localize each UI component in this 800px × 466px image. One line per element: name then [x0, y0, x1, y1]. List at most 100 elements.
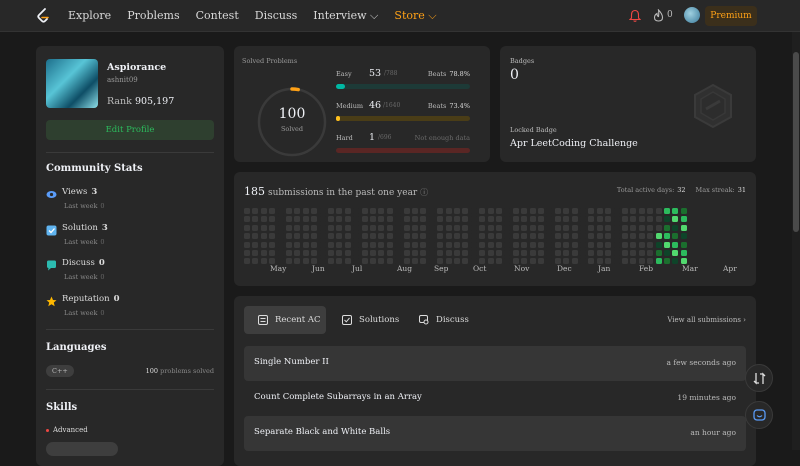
- heatmap-cell[interactable]: [412, 208, 418, 214]
- heatmap-cell[interactable]: [244, 216, 250, 223]
- nav-contest[interactable]: Contest: [196, 9, 239, 23]
- heatmap-cell[interactable]: [244, 208, 250, 214]
- heatmap-cell[interactable]: [538, 224, 544, 231]
- heatmap-cell[interactable]: [672, 224, 679, 231]
- heatmap-cell[interactable]: [622, 233, 628, 240]
- heatmap-cell[interactable]: [412, 258, 418, 265]
- heatmap-cell[interactable]: [529, 258, 536, 265]
- heatmap-cell[interactable]: [588, 216, 595, 223]
- heatmap-cell[interactable]: [529, 233, 536, 240]
- heatmap-cell[interactable]: [286, 224, 292, 231]
- switch-layout-button[interactable]: [745, 364, 773, 392]
- heatmap-cell[interactable]: [328, 241, 334, 248]
- heatmap-cell[interactable]: [638, 233, 645, 240]
- feedback-button[interactable]: [745, 401, 773, 429]
- heatmap-cell[interactable]: [454, 233, 460, 240]
- heatmap-cell[interactable]: [680, 250, 687, 256]
- heatmap-cell[interactable]: [470, 208, 477, 214]
- heatmap-cell[interactable]: [286, 258, 292, 265]
- scrollbar-thumb[interactable]: [793, 52, 799, 232]
- heatmap-cell[interactable]: [277, 250, 284, 256]
- heatmap-cell[interactable]: [252, 216, 259, 223]
- heatmap-cell[interactable]: [269, 216, 276, 223]
- heatmap-cell[interactable]: [563, 233, 570, 240]
- heatmap-cell[interactable]: [260, 208, 267, 214]
- heatmap-cell[interactable]: [353, 233, 360, 240]
- heatmap-cell[interactable]: [445, 224, 452, 231]
- heatmap-cell[interactable]: [395, 233, 402, 240]
- heatmap-cell[interactable]: [420, 258, 427, 265]
- heatmap-cell[interactable]: [596, 250, 603, 256]
- heatmap-cell[interactable]: [260, 216, 267, 223]
- heatmap-cell[interactable]: [244, 250, 250, 256]
- heatmap-cell[interactable]: [378, 241, 385, 248]
- heatmap-cell[interactable]: [487, 208, 494, 214]
- heatmap-cell[interactable]: [311, 208, 318, 214]
- heatmap-cell[interactable]: [487, 250, 494, 256]
- heatmap-cell[interactable]: [336, 241, 343, 248]
- edit-profile-button[interactable]: Edit Profile: [46, 120, 214, 140]
- heatmap-cell[interactable]: [386, 258, 393, 265]
- heatmap-cell[interactable]: [437, 208, 444, 214]
- heatmap-cell[interactable]: [487, 216, 494, 223]
- heatmap-cell[interactable]: [336, 224, 343, 231]
- heatmap-cell[interactable]: [638, 208, 645, 214]
- heatmap-cell[interactable]: [252, 258, 259, 265]
- heatmap-cell[interactable]: [664, 224, 670, 231]
- leetcode-logo-icon[interactable]: [36, 8, 50, 24]
- heatmap-cell[interactable]: [496, 258, 502, 265]
- heatmap-cell[interactable]: [622, 250, 628, 256]
- heatmap-cell[interactable]: [588, 241, 595, 248]
- heatmap-cell[interactable]: [378, 208, 385, 214]
- heatmap-cell[interactable]: [496, 216, 502, 223]
- heatmap-cell[interactable]: [336, 250, 343, 256]
- heatmap-cell[interactable]: [479, 241, 486, 248]
- heatmap-cell[interactable]: [294, 258, 301, 265]
- heatmap-cell[interactable]: [370, 241, 376, 248]
- heatmap-cell[interactable]: [403, 208, 410, 214]
- heatmap-cell[interactable]: [269, 250, 276, 256]
- heatmap-cell[interactable]: [647, 216, 654, 223]
- heatmap-cell[interactable]: [571, 233, 578, 240]
- heatmap-cell[interactable]: [244, 241, 250, 248]
- heatmap-cell[interactable]: [512, 208, 519, 214]
- heatmap-cell[interactable]: [680, 224, 687, 231]
- heatmap-cell[interactable]: [655, 208, 662, 214]
- heatmap-cell[interactable]: [395, 216, 402, 223]
- heatmap-cell[interactable]: [479, 216, 486, 223]
- heatmap-cell[interactable]: [454, 258, 460, 265]
- tab-recent-ac[interactable]: Recent AC: [258, 306, 320, 334]
- heatmap-cell[interactable]: [596, 224, 603, 231]
- heatmap-cell[interactable]: [496, 241, 502, 248]
- heatmap-cell[interactable]: [370, 233, 376, 240]
- heatmap-cell[interactable]: [664, 208, 670, 214]
- heatmap-cell[interactable]: [630, 250, 637, 256]
- heatmap-cell[interactable]: [596, 233, 603, 240]
- heatmap-cell[interactable]: [454, 208, 460, 214]
- heatmap-cell[interactable]: [260, 241, 267, 248]
- heatmap-cell[interactable]: [504, 250, 511, 256]
- heatmap-cell[interactable]: [403, 224, 410, 231]
- heatmap-cell[interactable]: [613, 250, 620, 256]
- heatmap-cell[interactable]: [277, 216, 284, 223]
- heatmap-cell[interactable]: [252, 208, 259, 214]
- heatmap-cell[interactable]: [521, 216, 528, 223]
- heatmap-cell[interactable]: [361, 250, 368, 256]
- heatmap-cell[interactable]: [302, 258, 309, 265]
- heatmap-cell[interactable]: [546, 224, 553, 231]
- heatmap-cell[interactable]: [319, 208, 326, 214]
- heatmap-cell[interactable]: [546, 241, 553, 248]
- heatmap-cell[interactable]: [496, 224, 502, 231]
- heatmap-cell[interactable]: [538, 233, 544, 240]
- heatmap-cell[interactable]: [319, 216, 326, 223]
- heatmap-cell[interactable]: [445, 250, 452, 256]
- heatmap-cell[interactable]: [672, 216, 679, 223]
- heatmap-cell[interactable]: [252, 224, 259, 231]
- heatmap-cell[interactable]: [328, 216, 334, 223]
- heatmap-cell[interactable]: [353, 250, 360, 256]
- heatmap-cell[interactable]: [336, 258, 343, 265]
- heatmap-cell[interactable]: [672, 233, 679, 240]
- heatmap-cell[interactable]: [512, 233, 519, 240]
- heatmap-cell[interactable]: [647, 233, 654, 240]
- heatmap-cell[interactable]: [294, 233, 301, 240]
